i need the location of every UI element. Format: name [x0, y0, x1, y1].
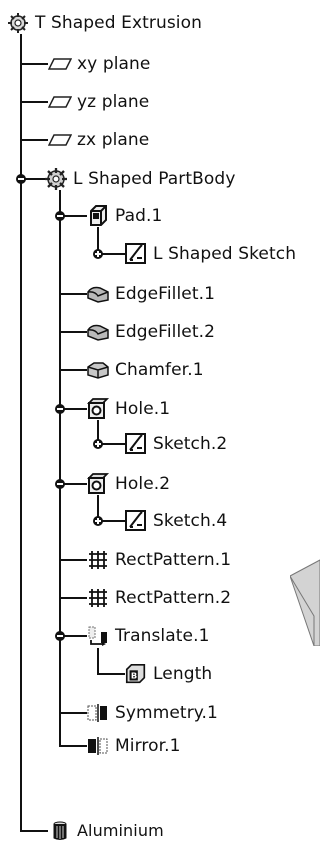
feature-label: EdgeFillet.1 [115, 284, 216, 304]
tree-line [59, 293, 87, 295]
gear-icon [6, 11, 30, 35]
plane-icon [48, 90, 72, 114]
tree-item-material[interactable]: Aluminium [48, 818, 164, 844]
tree-item-hole-2[interactable]: Hole.2 [86, 471, 170, 497]
sketch-icon [124, 509, 148, 533]
material-icon [48, 819, 72, 843]
tree-item-mirror-1[interactable]: Mirror.1 [86, 733, 181, 759]
tree-line [59, 190, 61, 745]
tree-line [59, 559, 87, 561]
expand-node[interactable] [93, 249, 103, 259]
tree-line [20, 139, 48, 141]
pad-icon [86, 204, 110, 228]
feature-label: Hole.1 [115, 399, 171, 419]
tree-line [97, 673, 125, 675]
tree-item-rectpattern-2[interactable]: RectPattern.2 [86, 585, 231, 611]
tree-line [59, 597, 87, 599]
feature-label: Sketch.2 [153, 434, 228, 454]
feature-label: RectPattern.2 [115, 588, 232, 608]
feature-label: RectPattern.1 [115, 550, 232, 570]
tree-item-hole-1[interactable]: Hole.1 [86, 396, 170, 422]
fillet-icon [86, 320, 110, 344]
tree-item-pad-1[interactable]: Pad.1 [86, 203, 162, 229]
plane-label: zx plane [77, 130, 150, 150]
tree-item-sketch-4[interactable]: Sketch.4 [124, 508, 227, 534]
feature-label: EdgeFillet.2 [115, 322, 216, 342]
tree-item-part-body[interactable]: L Shaped PartBody [44, 166, 235, 192]
tree-line [59, 745, 87, 747]
tree-item-zx-plane[interactable]: zx plane [48, 127, 149, 153]
collapse-node[interactable] [55, 404, 65, 414]
feature-label: L Shaped Sketch [153, 244, 297, 264]
material-label: Aluminium [77, 821, 164, 840]
feature-label: Symmetry.1 [115, 703, 218, 723]
feature-label: Hole.2 [115, 474, 171, 494]
tree-item-translate-1[interactable]: Translate.1 [86, 623, 210, 649]
translate-icon [86, 624, 110, 648]
tree-line [20, 830, 48, 832]
feature-label: Length [153, 664, 213, 684]
collapse-node[interactable] [55, 211, 65, 221]
tree-item-rectpattern-1[interactable]: RectPattern.1 [86, 547, 231, 573]
tree-item-sketch-2[interactable]: Sketch.2 [124, 431, 227, 457]
plane-label: yz plane [77, 92, 150, 112]
tree-line [20, 63, 48, 65]
feature-label: Translate.1 [115, 626, 210, 646]
sketch-icon [124, 432, 148, 456]
tree-item-l-shaped-sketch[interactable]: L Shaped Sketch [124, 241, 296, 267]
tree-item-edgefillet-1[interactable]: EdgeFillet.1 [86, 281, 215, 307]
hole-icon [86, 472, 110, 496]
specification-tree: T Shaped Extrusion xy plane yz plane zx … [0, 0, 320, 842]
plane-icon [48, 52, 72, 76]
tree-root[interactable]: T Shaped Extrusion [6, 10, 202, 36]
tree-item-chamfer-1[interactable]: Chamfer.1 [86, 357, 204, 383]
parameter-icon: B [124, 662, 148, 686]
tree-line [97, 648, 99, 673]
collapse-node[interactable] [55, 479, 65, 489]
tree-line [20, 101, 48, 103]
part-geometry-view[interactable] [290, 556, 320, 646]
tree-item-length[interactable]: B Length [124, 661, 212, 687]
part-body-label: L Shaped PartBody [73, 169, 236, 189]
tree-item-xy-plane[interactable]: xy plane [48, 51, 151, 77]
tree-line [20, 34, 22, 832]
sketch-icon [124, 242, 148, 266]
expand-node[interactable] [93, 439, 103, 449]
tree-line [59, 331, 87, 333]
mirror-icon [86, 734, 110, 758]
collapse-node[interactable] [16, 174, 26, 184]
plane-label: xy plane [77, 54, 151, 74]
pattern-icon [86, 586, 110, 610]
pattern-icon [86, 548, 110, 572]
plane-icon [48, 128, 72, 152]
svg-text:B: B [131, 671, 137, 681]
feature-label: Chamfer.1 [115, 360, 204, 380]
tree-line [59, 712, 87, 714]
tree-line [59, 369, 87, 371]
root-label: T Shaped Extrusion [35, 13, 203, 33]
feature-label: Mirror.1 [115, 736, 181, 756]
gear-icon [44, 167, 68, 191]
collapse-node[interactable] [55, 631, 65, 641]
hole-icon [86, 397, 110, 421]
symmetry-icon [86, 701, 110, 725]
feature-label: Sketch.4 [153, 511, 228, 531]
tree-item-symmetry-1[interactable]: Symmetry.1 [86, 700, 218, 726]
fillet-icon [86, 282, 110, 306]
chamfer-icon [86, 358, 110, 382]
feature-label: Pad.1 [115, 206, 163, 226]
tree-item-edgefillet-2[interactable]: EdgeFillet.2 [86, 319, 215, 345]
tree-item-yz-plane[interactable]: yz plane [48, 89, 149, 115]
expand-node[interactable] [93, 516, 103, 526]
